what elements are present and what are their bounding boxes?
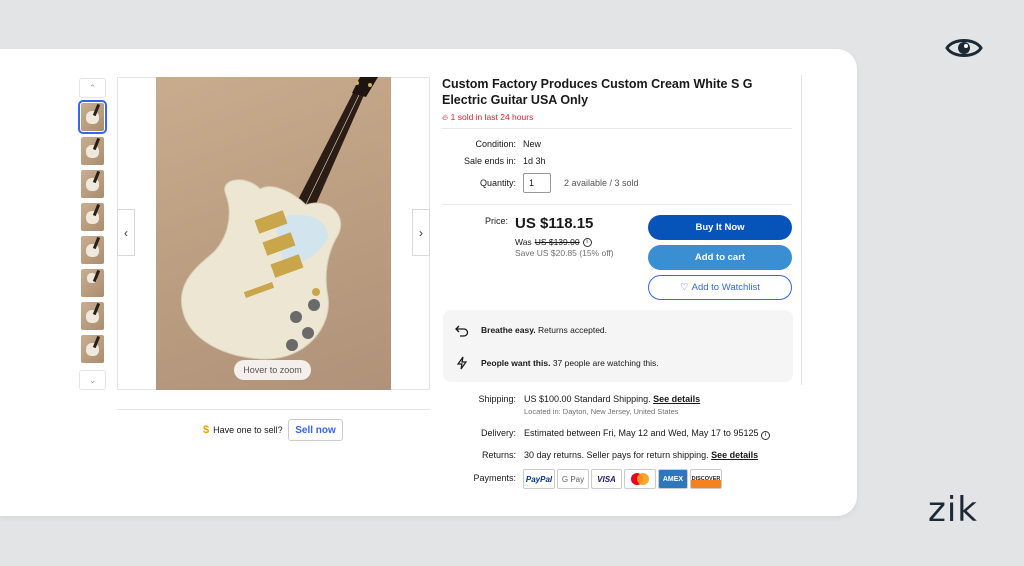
payments-label: Payments: [473,473,516,483]
thumbnail[interactable] [81,302,104,330]
next-image-button[interactable]: › [412,209,430,256]
was-price: Was US $139.00 i [515,237,592,247]
add-to-watchlist-button[interactable]: ♡ Add to Watchlist [648,275,792,300]
thumbnail[interactable] [81,137,104,165]
watchers-highlight-title: People want this. [481,358,551,368]
savings-text: Save US $20.85 (15% off) [515,248,614,258]
column-divider [801,75,802,385]
returns-policy: 30 day returns. Seller pays for return s… [524,450,709,460]
shipping-label: Shipping: [478,394,516,404]
info-icon[interactable]: i [582,237,592,247]
sold-badge: 🔥︎ 1 sold in last 24 hours [442,112,533,123]
buy-it-now-button[interactable]: Buy It Now [648,215,792,240]
delivery-value: Estimated between Fri, May 12 and Wed, M… [524,428,770,440]
product-photo[interactable] [156,77,391,390]
dollar-icon: $ [203,424,210,436]
sale-ends-label: Sale ends in: [463,156,516,166]
returns-value: 30 day returns. Seller pays for return s… [524,450,758,460]
sold-badge-text: 1 sold in last 24 hours [450,112,534,122]
watchlist-label: Add to Watchlist [691,282,760,293]
shipping-value: US $100.00 Standard Shipping. See detail… [524,394,700,404]
listing-title: Custom Factory Produces Custom Cream Whi… [442,77,753,107]
have-one-label: Have one to sell? [213,425,283,435]
delivery-label: Delivery: [480,428,516,438]
returns-highlight-title: Breathe easy. [481,325,536,335]
price-value: US $118.15 [515,215,594,232]
thumbnail[interactable] [81,236,104,264]
availability-text: 2 available / 3 sold [564,178,639,188]
heart-icon: ♡ [680,282,689,293]
paypal-icon: PayPal [523,469,555,489]
discover-icon: DISCOVER [690,469,722,489]
visa-icon: VISA [591,469,622,489]
add-to-cart-button[interactable]: Add to cart [648,245,792,270]
thumbnail[interactable] [81,269,104,297]
thumbnails-down-button[interactable]: ⌄ [79,370,106,390]
thumbnail[interactable] [78,100,107,134]
thumbnail[interactable] [81,170,104,198]
highlights-box [443,310,793,382]
lightning-icon [456,356,468,370]
shipping-cost: US $100.00 Standard Shipping. [524,394,651,404]
returns-label: Returns: [481,450,516,460]
returns-details-link[interactable]: See details [711,450,758,460]
guitar-image [180,77,378,360]
thumbnails-up-button[interactable]: ⌃ [79,78,106,98]
divider [442,204,792,205]
returns-highlight-text: Returns accepted. [538,325,608,335]
divider [117,409,430,410]
watchers-highlight-text: 37 people are watching this. [552,358,659,368]
item-location: Located in: Dayton, New Jersey, United S… [524,407,679,416]
info-icon[interactable]: i [760,430,770,440]
brand-watermark: zik [928,490,978,530]
watchers-highlight: People want this. 37 people are watching… [455,356,659,370]
prev-image-button[interactable]: ‹ [117,209,135,256]
was-label: Was [515,237,532,247]
thumbnail[interactable] [81,335,104,363]
google-pay-icon: G Pay [557,469,589,489]
have-one-to-sell: $ Have one to sell? [203,424,283,436]
hover-to-zoom-hint: Hover to zoom [234,360,311,380]
shipping-details-link[interactable]: See details [653,394,700,404]
eye-logo-icon [945,39,983,57]
sale-ends-value: 1d 3h [523,156,546,166]
return-arrow-icon [455,325,469,337]
condition-label: Condition: [475,139,516,149]
condition-value: New [523,139,542,149]
thumbnail[interactable] [81,203,104,231]
sell-now-button[interactable]: Sell now [288,419,343,441]
quantity-label: Quantity: [479,178,516,188]
returns-highlight: Breathe easy. Returns accepted. [455,323,607,337]
was-price-value: US $139.00 [534,237,580,247]
mastercard-icon [624,469,656,489]
price-label: Price: [484,216,508,226]
quantity-input[interactable]: 1 [523,173,551,193]
amex-icon: AMEX [658,469,688,489]
delivery-estimate: Estimated between Fri, May 12 and Wed, M… [524,428,759,438]
fire-icon: 🔥︎ [442,112,449,122]
divider [442,128,792,129]
